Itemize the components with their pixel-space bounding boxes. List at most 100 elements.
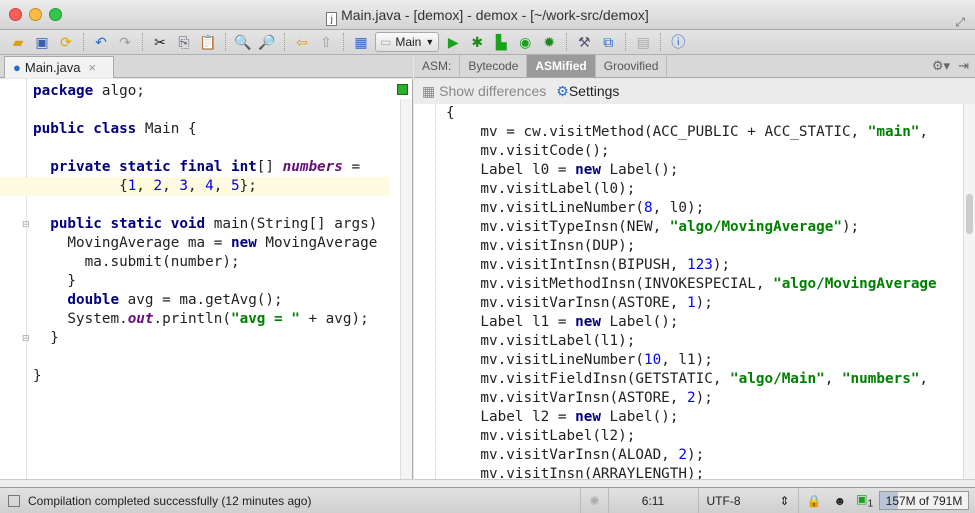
code-token: , bbox=[919, 124, 929, 140]
help-icon[interactable]: ⓘ bbox=[668, 32, 688, 52]
code-token: 1 bbox=[687, 295, 696, 311]
close-tab-icon[interactable]: × bbox=[89, 60, 97, 75]
event-log-button[interactable]: ▣1 bbox=[850, 492, 879, 509]
code-token: ); bbox=[695, 295, 713, 311]
code-token: System. bbox=[33, 311, 128, 327]
settings-button[interactable]: ⚙Settings bbox=[556, 83, 619, 100]
code-line: } bbox=[33, 329, 377, 348]
code-token: Label(); bbox=[600, 314, 679, 330]
code-line: mv.visitLabel(l2); bbox=[446, 427, 937, 446]
code-token: }; bbox=[239, 178, 257, 194]
memory-label: 157M of 791M bbox=[885, 493, 963, 508]
horizontal-scrollbar[interactable] bbox=[0, 479, 975, 487]
java-class-icon: ● bbox=[13, 60, 21, 75]
redo-icon[interactable]: ↷ bbox=[115, 32, 135, 52]
zoom-window-button[interactable] bbox=[49, 8, 62, 21]
code-editor[interactable]: ⊟ ⊟ package algo; public class Main { pr… bbox=[0, 79, 413, 479]
copy-icon[interactable]: ⎘ bbox=[174, 32, 194, 52]
code-token: MovingAverage ma = bbox=[33, 235, 231, 251]
editor-scrollbar[interactable] bbox=[400, 99, 412, 479]
inspector-icon[interactable]: ☻ bbox=[829, 494, 850, 508]
coverage-icon[interactable]: ▙ bbox=[491, 32, 511, 52]
tab-groovified[interactable]: Groovified bbox=[596, 55, 668, 77]
paste-icon[interactable]: 📋 bbox=[198, 32, 218, 52]
run-configuration-select[interactable]: ▭ Main ▼ bbox=[375, 32, 440, 52]
code-token: out bbox=[127, 311, 154, 327]
code-line: mv.visitInsn(ARRAYLENGTH); bbox=[446, 465, 937, 479]
lock-icon[interactable]: 🔒 bbox=[797, 488, 830, 513]
close-window-button[interactable] bbox=[9, 8, 22, 21]
code-token: } bbox=[33, 330, 59, 346]
asm-scrollbar[interactable] bbox=[963, 104, 975, 479]
tool-windows-icon[interactable] bbox=[8, 494, 20, 507]
code-token: mv.visitLabel(l2); bbox=[446, 428, 636, 444]
code-token: ); bbox=[687, 447, 705, 463]
show-differences-button[interactable]: ▦ Show differences bbox=[422, 83, 546, 100]
fold-icon[interactable]: ⊟ bbox=[22, 219, 30, 230]
debug-icon[interactable]: ✱ bbox=[467, 32, 487, 52]
code-line: mv.visitFieldInsn(GETSTATIC, "algo/Main"… bbox=[446, 370, 937, 389]
open-icon[interactable]: ▰ bbox=[8, 32, 28, 52]
caret-position[interactable]: 6:11 bbox=[607, 488, 698, 513]
replace-icon[interactable]: 🔎 bbox=[257, 32, 277, 52]
forward-icon[interactable]: ⇧ bbox=[316, 32, 336, 52]
code-token: mv.visitIntInsn(BIPUSH, bbox=[446, 257, 688, 273]
make-project-icon[interactable]: ▦ bbox=[351, 32, 371, 52]
debug-jr-icon[interactable]: ✹ bbox=[539, 32, 559, 52]
code-token: 2 bbox=[153, 178, 163, 194]
run-icon[interactable]: ▶ bbox=[443, 32, 463, 52]
code-token: "main" bbox=[867, 124, 920, 140]
gear-icon[interactable]: ⚙▾ bbox=[932, 58, 950, 74]
code-token: 4 bbox=[205, 178, 214, 194]
find-icon[interactable]: 🔍 bbox=[233, 32, 253, 52]
asm-toolbar: ▦ Show differences ⚙Settings bbox=[414, 79, 975, 104]
hide-panel-icon[interactable]: ⇥ bbox=[958, 58, 969, 74]
code-token: mv.visitLineNumber( bbox=[446, 200, 644, 216]
code-line: mv.visitVarInsn(ALOAD, 2); bbox=[446, 446, 937, 465]
memory-indicator[interactable]: 157M of 791M bbox=[879, 491, 969, 510]
settings-wrench-icon[interactable]: ⚒ bbox=[574, 32, 594, 52]
code-token: 5 bbox=[231, 178, 240, 194]
diff-icon: ▦ bbox=[422, 83, 436, 99]
asm-label: ASM: bbox=[414, 55, 461, 77]
run-config-label: Main bbox=[395, 35, 422, 49]
analysis-ok-icon bbox=[397, 84, 408, 95]
code-token: 2 bbox=[687, 390, 696, 406]
code-line: mv.visitIntInsn(BIPUSH, 123); bbox=[446, 256, 937, 275]
fold-end-icon[interactable]: ⊟ bbox=[22, 333, 30, 344]
project-structure-icon[interactable]: ⧉ bbox=[598, 32, 618, 52]
code-token: mv.visitVarInsn(ASTORE, bbox=[446, 295, 688, 311]
tab-main-java[interactable]: ● Main.java × bbox=[4, 56, 114, 78]
sync-icon[interactable]: ⟳ bbox=[56, 32, 76, 52]
code-line: mv.visitMethodInsn(INVOKESPECIAL, "algo/… bbox=[446, 275, 936, 294]
code-line: package algo; bbox=[33, 82, 377, 101]
code-line: {1, 2, 3, 4, 5}; bbox=[33, 177, 377, 196]
code-token: [] bbox=[256, 159, 283, 175]
code-token: private static final int bbox=[33, 159, 257, 175]
asm-scroll-thumb[interactable] bbox=[966, 194, 973, 234]
code-token: numbers bbox=[282, 159, 343, 175]
code-token: = bbox=[342, 159, 361, 175]
code-line: mv.visitLabel(l1); bbox=[446, 332, 937, 351]
code-token: 8 bbox=[643, 200, 653, 216]
document-icon[interactable]: ▤ bbox=[633, 32, 653, 52]
back-icon[interactable]: ⇦ bbox=[292, 32, 312, 52]
tab-asmified[interactable]: ASMified bbox=[527, 55, 596, 77]
code-line: System.out.println("avg = " + avg); bbox=[33, 310, 377, 329]
minimize-window-button[interactable] bbox=[29, 8, 42, 21]
undo-icon[interactable]: ↶ bbox=[91, 32, 111, 52]
cut-icon[interactable]: ✂ bbox=[150, 32, 170, 52]
code-line: mv.visitVarInsn(ASTORE, 1); bbox=[446, 294, 937, 313]
code-token: mv.visitInsn(DUP); bbox=[446, 238, 636, 254]
code-token: mv.visitVarInsn(ALOAD, bbox=[446, 447, 679, 463]
tab-bytecode[interactable]: Bytecode bbox=[460, 55, 528, 77]
chevron-down-icon: ▼ bbox=[425, 37, 435, 47]
code-token: { bbox=[33, 178, 128, 194]
code-line: } bbox=[33, 367, 377, 386]
save-icon[interactable]: ▣ bbox=[32, 32, 52, 52]
code-token: 10 bbox=[643, 352, 662, 368]
profile-icon[interactable]: ◉ bbox=[515, 32, 535, 52]
encoding-select[interactable]: UTF-8 ⇕ bbox=[697, 488, 798, 513]
code-token: "algo/Main" bbox=[730, 371, 825, 387]
